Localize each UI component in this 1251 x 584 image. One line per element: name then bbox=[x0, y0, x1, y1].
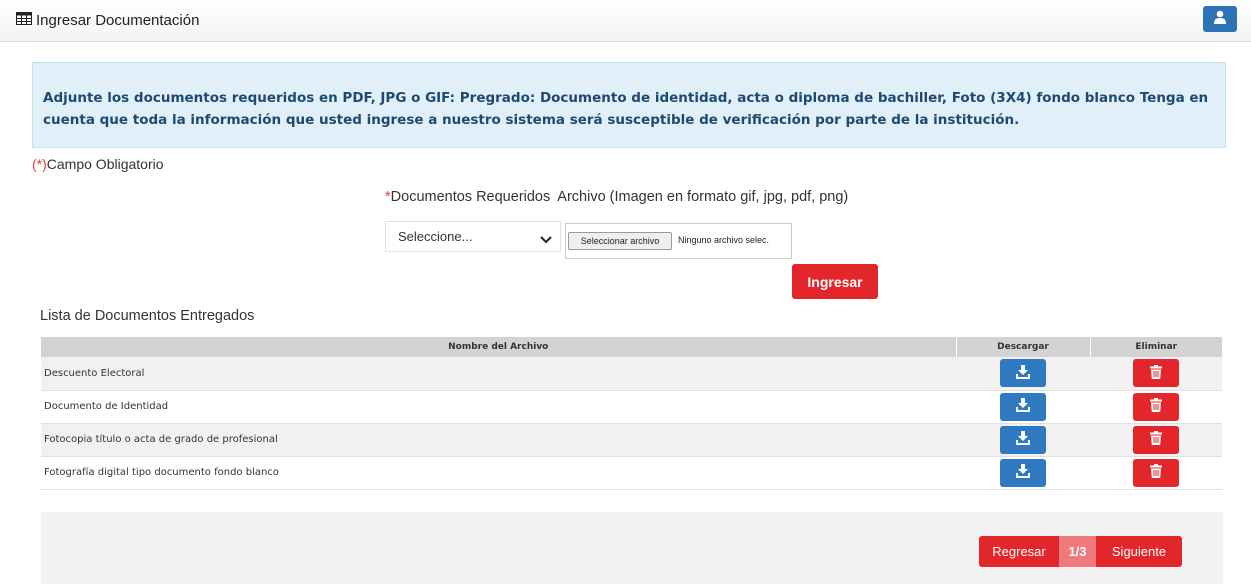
document-name: Fotocopia título o acta de grado de prof… bbox=[41, 423, 956, 457]
delete-cell bbox=[1090, 390, 1222, 424]
download-icon bbox=[1016, 364, 1030, 382]
table-header-row: Nombre del Archivo Descargar Eliminar bbox=[41, 337, 1222, 357]
required-field-note: (*)Campo Obligatorio bbox=[32, 156, 164, 172]
table-row: Fotografía digital tipo documento fondo … bbox=[41, 456, 1222, 490]
delete-cell bbox=[1090, 423, 1222, 457]
page-header: Ingresar Documentación bbox=[0, 0, 1251, 42]
download-cell bbox=[956, 357, 1090, 391]
documents-table: Nombre del Archivo Descargar Eliminar De… bbox=[41, 337, 1222, 490]
choose-file-button[interactable]: Seleccionar archivo bbox=[568, 232, 672, 250]
table-row: Fotocopia título o acta de grado de prof… bbox=[41, 423, 1222, 457]
file-status-text: Ninguno archivo selec. bbox=[678, 235, 770, 245]
info-alert-text: Adjunte los documentos requeridos en PDF… bbox=[43, 90, 1209, 128]
page-indicator: 1/3 bbox=[1059, 536, 1096, 567]
document-name: Fotografía digital tipo documento fondo … bbox=[41, 456, 956, 490]
documents-list-title: Lista de Documentos Entregados bbox=[40, 308, 255, 324]
page-title: Ingresar Documentación bbox=[36, 12, 200, 29]
trash-icon bbox=[1150, 398, 1162, 415]
delete-button[interactable] bbox=[1133, 458, 1179, 487]
pagination: Regresar 1/3 Siguiente bbox=[979, 536, 1182, 567]
documents-label: Documentos Requeridos bbox=[390, 189, 551, 205]
column-header-delete: Eliminar bbox=[1090, 337, 1222, 357]
download-icon bbox=[1016, 398, 1030, 415]
download-icon bbox=[1016, 464, 1030, 481]
download-icon bbox=[1016, 431, 1030, 448]
file-label: Archivo (Imagen en formato gif, jpg, pdf… bbox=[557, 189, 849, 205]
back-button[interactable]: Regresar bbox=[979, 536, 1059, 567]
download-cell bbox=[956, 390, 1090, 424]
user-menu-button[interactable] bbox=[1203, 6, 1237, 32]
download-button[interactable] bbox=[1000, 425, 1046, 454]
file-input[interactable]: Seleccionar archivo Ninguno archivo sele… bbox=[565, 223, 792, 259]
info-alert: Adjunte los documentos requeridos en PDF… bbox=[32, 62, 1226, 148]
document-name: Descuento Electoral bbox=[41, 357, 956, 391]
chevron-down-icon bbox=[540, 232, 552, 247]
table-row: Descuento Electoral bbox=[41, 357, 1222, 391]
delete-cell bbox=[1090, 357, 1222, 391]
table-row: Documento de Identidad bbox=[41, 390, 1222, 424]
delete-button[interactable] bbox=[1133, 359, 1179, 388]
delete-button[interactable] bbox=[1133, 392, 1179, 421]
download-button[interactable] bbox=[1000, 392, 1046, 421]
download-button[interactable] bbox=[1000, 359, 1046, 388]
download-cell bbox=[956, 423, 1090, 457]
required-marker: (*) bbox=[32, 156, 47, 172]
column-header-filename: Nombre del Archivo bbox=[41, 337, 957, 357]
download-button[interactable] bbox=[1000, 458, 1046, 487]
delete-button[interactable] bbox=[1133, 425, 1179, 454]
trash-icon bbox=[1150, 364, 1162, 382]
trash-icon bbox=[1150, 431, 1162, 448]
next-button[interactable]: Siguiente bbox=[1096, 536, 1182, 567]
download-cell bbox=[956, 456, 1090, 490]
document-type-select[interactable]: Seleccione... bbox=[385, 221, 561, 252]
table-grid-icon bbox=[16, 12, 32, 30]
required-note-label: Campo Obligatorio bbox=[46, 156, 164, 172]
trash-icon bbox=[1150, 464, 1162, 481]
submit-button[interactable]: Ingresar bbox=[792, 264, 878, 299]
column-header-download: Descargar bbox=[956, 337, 1091, 357]
upload-form-labels: *Documentos Requeridos Archivo (Imagen e… bbox=[385, 189, 848, 205]
document-name: Documento de Identidad bbox=[41, 390, 956, 424]
delete-cell bbox=[1090, 456, 1222, 490]
document-type-select-value: Seleccione... bbox=[398, 229, 473, 244]
user-icon bbox=[1213, 10, 1227, 29]
